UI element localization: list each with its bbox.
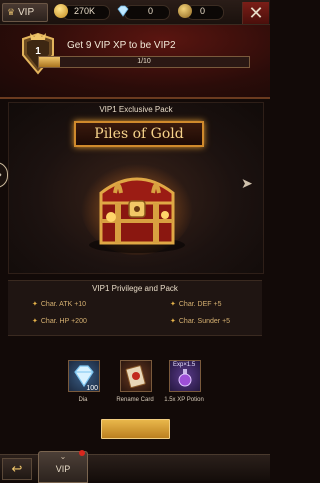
gold-resource: 270K: [54, 3, 110, 20]
next-pack-arrow-icon[interactable]: ➤: [241, 175, 253, 192]
privilege-title: VIP1 Privilege and Pack: [92, 284, 178, 293]
gem-resource: 0: [116, 3, 170, 20]
privilege-item: ✦ Char. HP +200: [32, 317, 87, 325]
reward-label: 1.5x XP Potion: [164, 397, 204, 403]
privilege-item: ✦ Char. Sunder +5: [170, 317, 230, 325]
close-button[interactable]: ✕: [242, 2, 269, 24]
top-bar: ♛ VIP 270K 0 0 ✕: [0, 0, 270, 25]
privilege-panel: VIP1 Privilege and Pack ✦ Char. ATK +10 ✦…: [8, 280, 262, 336]
star-icon: ✦: [32, 318, 38, 325]
potion-tag: Exp×1.5: [173, 362, 196, 368]
privilege-item: ✦ Char. ATK +10: [32, 300, 86, 308]
star-icon: ✦: [32, 301, 38, 308]
privilege-text: Char. ATK +10: [40, 301, 87, 308]
reward-items: 100 Dia Rename Card Exp×1.5 1.5x XP Poti…: [0, 360, 270, 410]
token-icon: [178, 4, 192, 18]
pack-title: VIP1 Exclusive Pack: [99, 105, 173, 114]
bottom-bar: ↩ ⌄ VIP: [0, 450, 270, 483]
treasure-chest-image: [79, 147, 195, 257]
side-drawer-toggle[interactable]: ›: [0, 162, 8, 188]
exclusive-pack-panel: VIP1 Exclusive Pack Piles of Gold ➤: [8, 102, 264, 274]
privilege-text: Char. HP +200: [40, 318, 87, 325]
vip-xp-progress-text: 1/10: [137, 58, 151, 65]
chevron-right-icon: ›: [0, 169, 2, 181]
vip-crown-icon: ♛: [7, 7, 16, 17]
vip-tab[interactable]: ♛ VIP: [2, 3, 48, 22]
vip-nav-label: VIP: [55, 464, 71, 474]
vip-goal-text: Get 9 VIP XP to be VIP2: [67, 40, 176, 51]
reward-count: 100: [86, 385, 98, 392]
token-amount: 0: [200, 6, 206, 16]
claim-button[interactable]: [101, 419, 170, 439]
diamond-icon: [116, 4, 130, 18]
reward-label: Dia: [78, 397, 88, 403]
notification-dot: [79, 450, 85, 456]
xp-potion-reward-item[interactable]: Exp×1.5: [169, 360, 201, 392]
gem-amount: 0: [148, 6, 154, 16]
vip-tab-label: VIP: [18, 7, 35, 18]
star-icon: ✦: [170, 301, 176, 308]
privilege-item: ✦ Char. DEF +5: [170, 300, 221, 308]
gold-amount: 270K: [74, 6, 96, 16]
back-arrow-icon: ↩: [11, 461, 23, 476]
vip-progress-panel: 1 Get 9 VIP XP to be VIP2 1/10: [0, 25, 270, 99]
close-icon: ✕: [248, 3, 264, 23]
star-icon: ✦: [170, 318, 176, 325]
token-resource: 0: [178, 3, 228, 20]
vip-nav-button[interactable]: ⌄ VIP: [38, 450, 88, 483]
vip-level-badge: 1: [20, 32, 56, 75]
privilege-text: Char. DEF +5: [178, 301, 222, 308]
back-button[interactable]: ↩: [2, 458, 32, 480]
gem-pill: [124, 5, 170, 20]
diamond-reward-item[interactable]: 100: [68, 360, 100, 392]
gold-coin-icon: [54, 4, 68, 18]
rename-card-reward-item[interactable]: [120, 360, 152, 392]
reward-label: Rename Card: [116, 397, 154, 403]
rename-card-icon: [125, 365, 146, 389]
vip-xp-progress-bar: 1/10: [38, 56, 250, 68]
pack-name-banner: Piles of Gold: [74, 121, 204, 147]
privilege-text: Char. Sunder +5: [178, 318, 231, 325]
